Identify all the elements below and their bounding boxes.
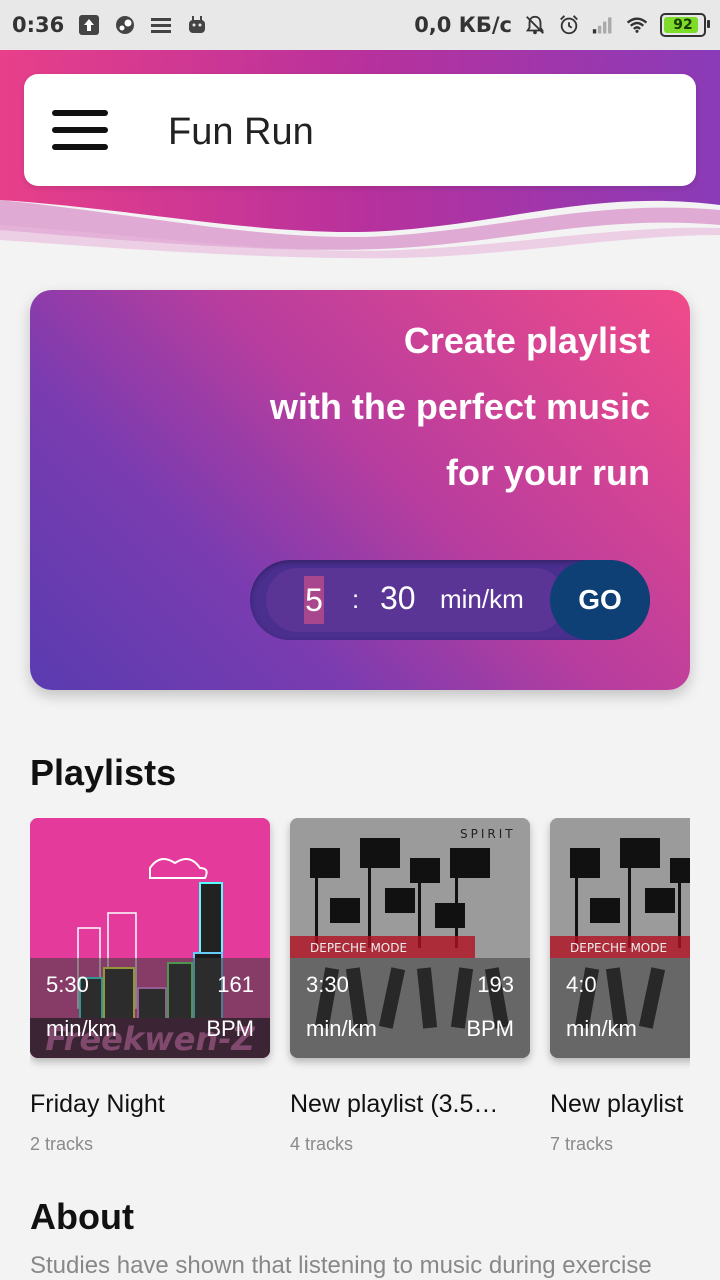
playlist-pace-unit: min/km (566, 1016, 637, 1041)
signal-icon (592, 14, 614, 36)
playlist-stats-overlay: 4:0 min/km (550, 958, 690, 1058)
go-button[interactable]: GO (550, 560, 650, 640)
playlist-pace-unit: min/km (306, 1016, 377, 1041)
playlist-track-count: 2 tracks (30, 1134, 94, 1154)
battery-icon: 92 (660, 13, 710, 37)
android-icon (186, 14, 208, 36)
hero-line-1: Create playlist (403, 320, 650, 361)
pace-minutes-input[interactable]: 5 (304, 576, 324, 624)
playlist-bpm: 193 (477, 972, 514, 997)
playlist-pace: 4:0 (566, 972, 597, 997)
about-heading: About (30, 1196, 134, 1237)
network-speed: 0,0 КБ/с (414, 13, 512, 37)
status-bar: 0:36 0,0 КБ/с 92 (0, 0, 720, 50)
svg-text:DEPECHE MODE: DEPECHE MODE (310, 941, 407, 955)
list-icon (150, 14, 172, 36)
playlist-stats-overlay: 5:30 161 min/km BPM (30, 958, 270, 1058)
playlist-bpm: 161 (217, 972, 254, 997)
playlist-name: New playlist (550, 1090, 684, 1118)
playlist-track-count: 4 tracks (290, 1134, 354, 1154)
app-title: Fun Run (168, 111, 314, 153)
pace-input-pill: 5 : 30 min/km GO (250, 560, 650, 640)
playlist-name: New playlist (3.5… (290, 1090, 499, 1118)
playlist-bpm-unit: BPM (466, 1016, 514, 1041)
playlist-cover: Freekwen-Z 5:30 161 min/km BPM (30, 818, 270, 1058)
svg-text:SPIRIT: SPIRIT (460, 827, 516, 841)
clock: 0:36 (12, 13, 65, 37)
steam-icon (114, 14, 136, 36)
create-playlist-card: Create playlist with the perfect music f… (30, 290, 690, 690)
playlist-card[interactable]: DEPECHE MODE 4:0 min/km New playlist 7 t… (550, 818, 690, 1154)
playlist-cover: DEPECHE MODE 4:0 min/km (550, 818, 690, 1058)
hero-line-3: for your run (446, 452, 650, 493)
hero-line-2: with the perfect music (269, 386, 650, 427)
svg-text:DEPECHE MODE: DEPECHE MODE (570, 941, 667, 955)
upload-icon (78, 14, 100, 36)
playlist-pace-unit: min/km (46, 1016, 117, 1041)
wifi-icon (626, 14, 648, 36)
playlist-pace: 5:30 (46, 972, 89, 997)
about-text: Studies have shown that listening to mus… (30, 1252, 652, 1279)
pace-separator: : (352, 584, 360, 614)
playlist-card[interactable]: SPIRIT DEPECHE MODE 3:30 193 min/km BPM … (290, 818, 530, 1154)
pace-seconds-input[interactable]: 30 (380, 580, 416, 617)
hero-text: Create playlist with the perfect music f… (270, 316, 650, 514)
playlist-name: Friday Night (30, 1090, 165, 1118)
playlist-card[interactable]: Freekwen-Z 5:30 161 min/km BPM Friday Ni… (30, 818, 270, 1154)
app-bar: Fun Run (24, 74, 696, 186)
playlist-stats-overlay: 3:30 193 min/km BPM (290, 958, 530, 1058)
mute-bell-icon (524, 14, 546, 36)
playlist-cover: SPIRIT DEPECHE MODE 3:30 193 min/km BPM (290, 818, 530, 1058)
playlists-carousel[interactable]: Freekwen-Z 5:30 161 min/km BPM Friday Ni… (30, 818, 690, 1178)
playlists-heading: Playlists (30, 752, 177, 793)
playlist-track-count: 7 tracks (550, 1134, 614, 1154)
playlist-pace: 3:30 (306, 972, 349, 997)
hamburger-icon[interactable] (52, 110, 108, 150)
pace-unit-label: min/km (440, 584, 524, 614)
playlist-bpm-unit: BPM (206, 1016, 254, 1041)
alarm-icon (558, 14, 580, 36)
battery-level: 92 (673, 17, 693, 33)
